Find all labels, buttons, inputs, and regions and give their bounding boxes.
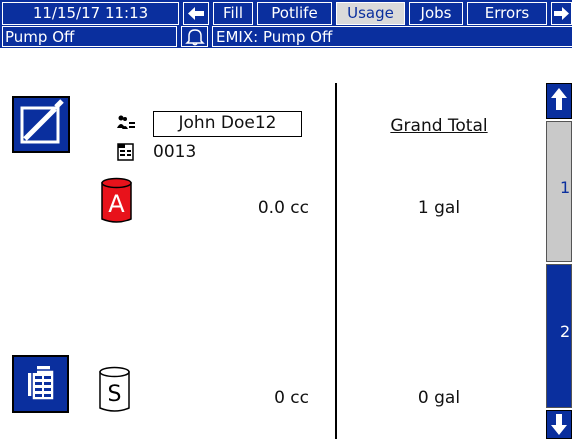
back-button[interactable] — [183, 2, 209, 25]
grand-total-title: Grand Total — [390, 116, 488, 136]
job-number: 0013 — [153, 142, 197, 162]
tab-jobs[interactable]: Jobs — [409, 2, 463, 25]
alarm-bell-box — [181, 26, 208, 47]
user-field[interactable]: John Doe12 — [153, 111, 302, 137]
usage-a-value: 0.0 cc — [257, 198, 309, 218]
cylinder-a-label: A — [108, 190, 125, 218]
side-page-button-2[interactable]: 2 — [546, 264, 572, 408]
user-icon — [116, 114, 136, 132]
usage-s-value: 0 cc — [274, 388, 309, 408]
arrow-up-icon — [551, 88, 567, 110]
edit-icon — [20, 99, 64, 144]
datetime-display: 11/15/17 11:13 — [2, 2, 179, 25]
arrow-left-icon — [188, 7, 204, 20]
alarm-message: EMIX: Pump Off — [212, 26, 572, 47]
tab-potlife[interactable]: Potlife — [257, 2, 332, 25]
column-divider — [335, 83, 337, 439]
grand-total-s: 0 gal — [417, 388, 461, 408]
arrow-down-icon — [551, 414, 567, 435]
side-page-button-2-label: 2 — [560, 322, 571, 341]
bell-icon — [184, 29, 205, 46]
cylinder-s-label: S — [107, 382, 122, 407]
side-page-button-1[interactable]: 1 — [546, 121, 572, 262]
report-icon — [28, 366, 55, 401]
status-text: Pump Off — [2, 26, 177, 47]
tab-fill[interactable]: Fill — [213, 2, 253, 25]
grand-total-a: 1 gal — [417, 198, 461, 218]
side-page-button-1-label: 1 — [560, 178, 571, 197]
reports-button[interactable] — [12, 355, 69, 413]
tab-errors[interactable]: Errors — [467, 2, 547, 25]
arrow-right-icon — [554, 7, 569, 20]
edit-button[interactable] — [12, 96, 70, 153]
scroll-up-button[interactable] — [546, 83, 572, 119]
scroll-down-button[interactable] — [546, 410, 572, 439]
job-icon — [116, 143, 136, 161]
tab-usage[interactable]: Usage — [336, 2, 405, 25]
next-button[interactable] — [551, 2, 572, 25]
